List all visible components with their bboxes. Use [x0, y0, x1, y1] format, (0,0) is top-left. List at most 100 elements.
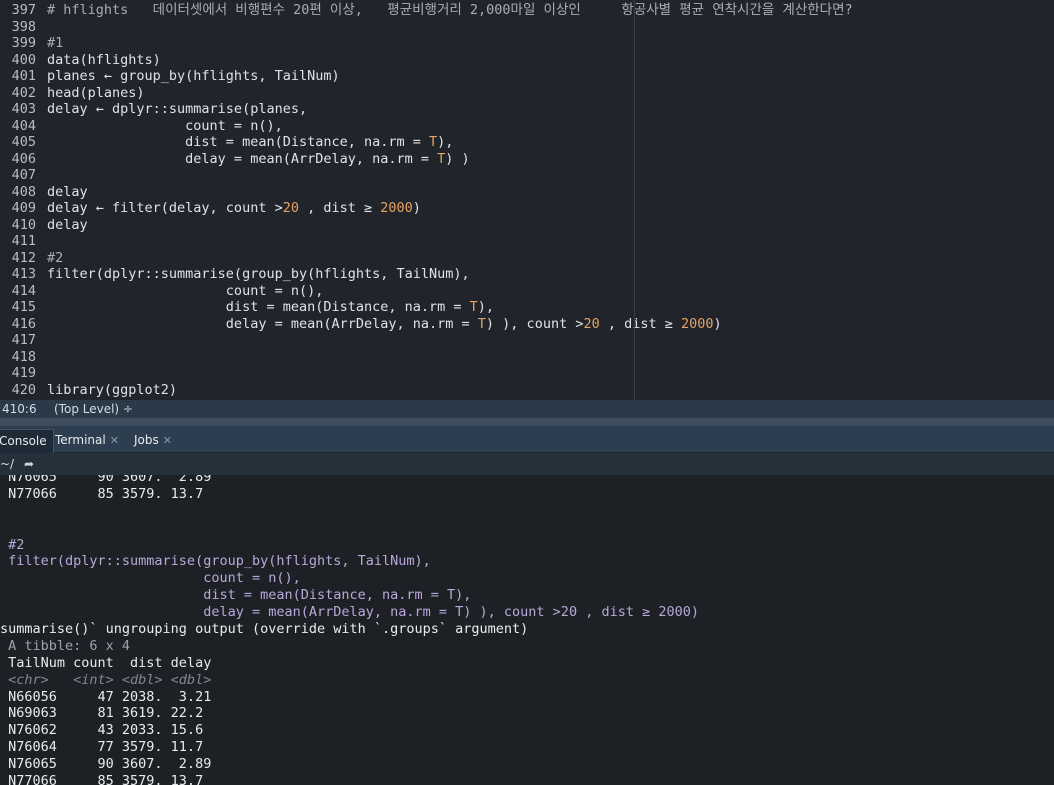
console-line: N77066 85 3579. 13.7	[0, 773, 204, 785]
code-token: )	[713, 315, 722, 332]
code-token: dist = mean(Distance, na.rm =	[47, 134, 430, 150]
margin-guide	[634, 0, 635, 400]
code-token: 20	[583, 315, 600, 332]
code-token: 20	[282, 200, 299, 216]
console-line: N76064 77 3579. 11.7	[0, 739, 204, 756]
code-line[interactable]: delay ← filter(delay, count >20 , dist ≥…	[47, 200, 1054, 217]
tab-console[interactable]: Console	[0, 429, 54, 453]
console-line: <chr> <int> <dbl> <dbl>	[0, 671, 212, 688]
code-token: head(planes)	[47, 84, 145, 101]
code-token: ),	[477, 299, 495, 315]
scope-selector[interactable]: (Top Level) ÷	[54, 400, 133, 418]
code-token: )	[412, 200, 421, 216]
console-line: #2	[0, 536, 25, 553]
code-line[interactable]: data(hflights)	[47, 52, 1054, 69]
console-line: dist = mean(Distance, na.rm = T),	[0, 587, 472, 604]
code-token: delay ← dplyr::summarise(planes,	[47, 101, 308, 117]
code-line[interactable]: delay ← dplyr::summarise(planes,	[47, 101, 1054, 118]
working-directory: ~/	[0, 457, 15, 471]
code-line[interactable]: delay	[47, 217, 1054, 234]
code-line[interactable]: count = n(),	[47, 283, 1054, 300]
code-token: T	[429, 134, 438, 150]
line-number: 400	[11, 51, 36, 68]
line-number-gutter: 397 398 399 400 401 402 403 404 405 406 407 408 409 4…	[0, 2, 38, 398]
pane-splitter[interactable]	[0, 418, 1054, 426]
code-line[interactable]: head(planes)	[47, 85, 1054, 102]
code-token: # hflights 데이터셋에서 비행편수 20편 이상, 평균비행거리 2,…	[47, 2, 853, 18]
console-line: N77066 85 3579. 13.7	[0, 485, 204, 502]
code-line[interactable]	[47, 349, 1054, 366]
code-line[interactable]: count = n(),	[47, 118, 1054, 135]
line-number: 411	[11, 233, 36, 249]
line-number: 412	[11, 249, 36, 266]
code-line[interactable]: library(ggplot2)	[47, 382, 1054, 399]
console-line: N76065 90 3607. 2.89	[0, 475, 212, 485]
code-line[interactable]: # hflights 데이터셋에서 비행편수 20편 이상, 평균비행거리 2,…	[47, 2, 1054, 19]
line-number: 416	[11, 315, 36, 332]
console-line: N69063 81 3619. 22.2	[0, 705, 204, 722]
line-number: 404	[11, 117, 36, 134]
console-line: summarise()` ungrouping output (override…	[0, 621, 529, 638]
line-number: 409	[11, 200, 36, 216]
code-token: , dist ≥	[599, 315, 682, 332]
cursor-position: 410:6	[2, 402, 37, 416]
code-line[interactable]: #2	[47, 250, 1054, 267]
go-to-directory-icon[interactable]: ➦	[24, 453, 34, 475]
code-line[interactable]: dist = mean(Distance, na.rm = T),	[47, 134, 1054, 151]
tab-label: Jobs	[134, 433, 159, 447]
line-number: 402	[11, 84, 36, 101]
code-token: ) )	[445, 150, 470, 167]
line-number: 405	[11, 134, 36, 150]
line-number: 413	[11, 266, 36, 282]
code-token: data(hflights)	[47, 51, 161, 68]
working-directory-bar: ~/ ➦	[0, 453, 1054, 475]
code-token: ),	[437, 134, 454, 150]
line-number: 403	[11, 101, 36, 117]
code-token: dist = mean(Distance, na.rm =	[47, 299, 470, 315]
code-line[interactable]: delay	[47, 184, 1054, 201]
close-icon[interactable]: ✕	[163, 434, 172, 447]
code-line[interactable]: delay = mean(ArrDelay, na.rm = T) )	[47, 151, 1054, 168]
line-number: 415	[11, 299, 36, 315]
console-line: delay = mean(ArrDelay, na.rm = T) ), cou…	[0, 604, 699, 621]
code-token: library(ggplot2)	[47, 381, 178, 398]
code-token: T	[477, 315, 486, 332]
tab-label: Terminal	[55, 433, 106, 447]
line-number: 419	[11, 365, 36, 381]
tab-jobs[interactable]: Jobs ✕	[128, 429, 178, 452]
code-token: delay = mean(ArrDelay, na.rm =	[47, 315, 478, 332]
code-line[interactable]: dist = mean(Distance, na.rm = T),	[47, 299, 1054, 316]
source-editor[interactable]: 397 398 399 400 401 402 403 404 405 406 407 408 409 4…	[0, 0, 1054, 400]
console-line: N76062 43 2033. 15.6	[0, 722, 204, 739]
code-line[interactable]	[47, 19, 1054, 36]
console-line: N66056 47 2038. 3.21	[0, 688, 212, 705]
code-token: 2000	[380, 200, 413, 216]
code-line[interactable]: planes ← group_by(hflights, TailNum)	[47, 68, 1054, 85]
line-number: 420	[11, 381, 36, 398]
line-number: 418	[11, 348, 36, 365]
line-number: 397	[11, 2, 36, 18]
code-line[interactable]	[47, 365, 1054, 382]
tab-terminal[interactable]: Terminal ✕	[49, 429, 125, 452]
code-token: #1	[47, 35, 64, 51]
close-icon[interactable]: ✕	[110, 434, 119, 447]
console-output[interactable]: N76065 90 3607. 2.89 N77066 85 3579. 13.…	[0, 475, 1054, 785]
code-token: #2	[47, 249, 64, 266]
code-line[interactable]: delay = mean(ArrDelay, na.rm = T) ), cou…	[47, 316, 1054, 333]
code-token: delay	[47, 216, 88, 233]
console-tab-bar: Console Terminal ✕ Jobs ✕	[0, 426, 1054, 453]
console-line: filter(dplyr::summarise(group_by(hflight…	[0, 553, 431, 570]
line-number: 399	[11, 35, 36, 51]
code-area[interactable]: # hflights 데이터셋에서 비행편수 20편 이상, 평균비행거리 2,…	[47, 2, 1054, 398]
code-line[interactable]	[47, 233, 1054, 250]
code-line[interactable]	[47, 332, 1054, 349]
line-number: 417	[11, 332, 36, 348]
code-line[interactable]: #1	[47, 35, 1054, 52]
console-line: A tibble: 6 x 4	[0, 637, 131, 654]
code-token: delay	[47, 183, 88, 200]
code-line[interactable]	[47, 167, 1054, 184]
code-line[interactable]: filter(dplyr::summarise(group_by(hflight…	[47, 266, 1054, 283]
line-number: 414	[11, 282, 36, 299]
